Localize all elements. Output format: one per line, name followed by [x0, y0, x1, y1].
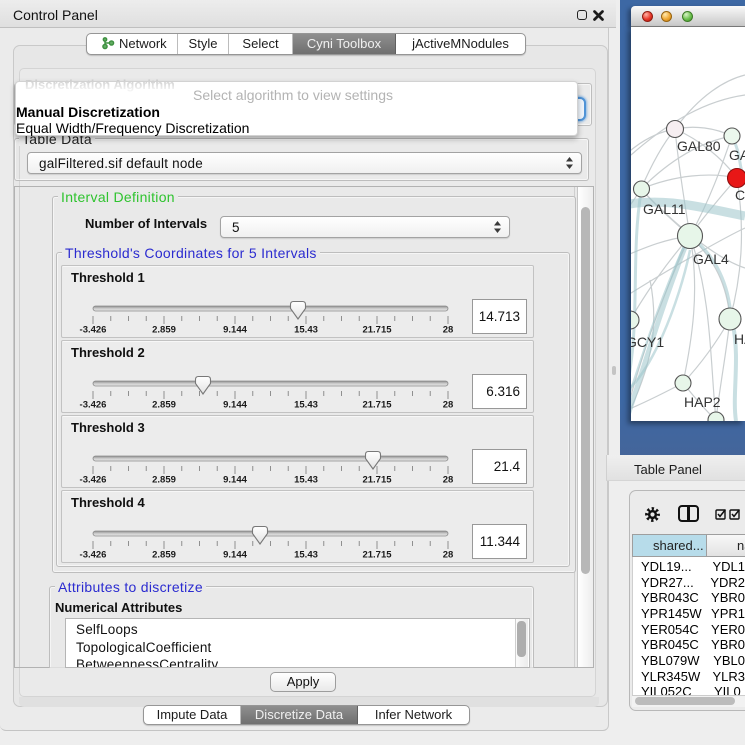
svg-text:HAP2: HAP2 — [684, 394, 721, 410]
svg-text:GAL80: GAL80 — [677, 138, 721, 154]
svg-text:GAL1: GAL1 — [729, 147, 745, 163]
svg-text:GCY1: GCY1 — [631, 334, 664, 350]
svg-text:GAL11: GAL11 — [643, 201, 686, 217]
svg-text:GAL4: GAL4 — [693, 251, 729, 267]
svg-text:HAP: HAP — [734, 331, 745, 347]
svg-text:CYC8: CYC8 — [735, 187, 745, 203]
